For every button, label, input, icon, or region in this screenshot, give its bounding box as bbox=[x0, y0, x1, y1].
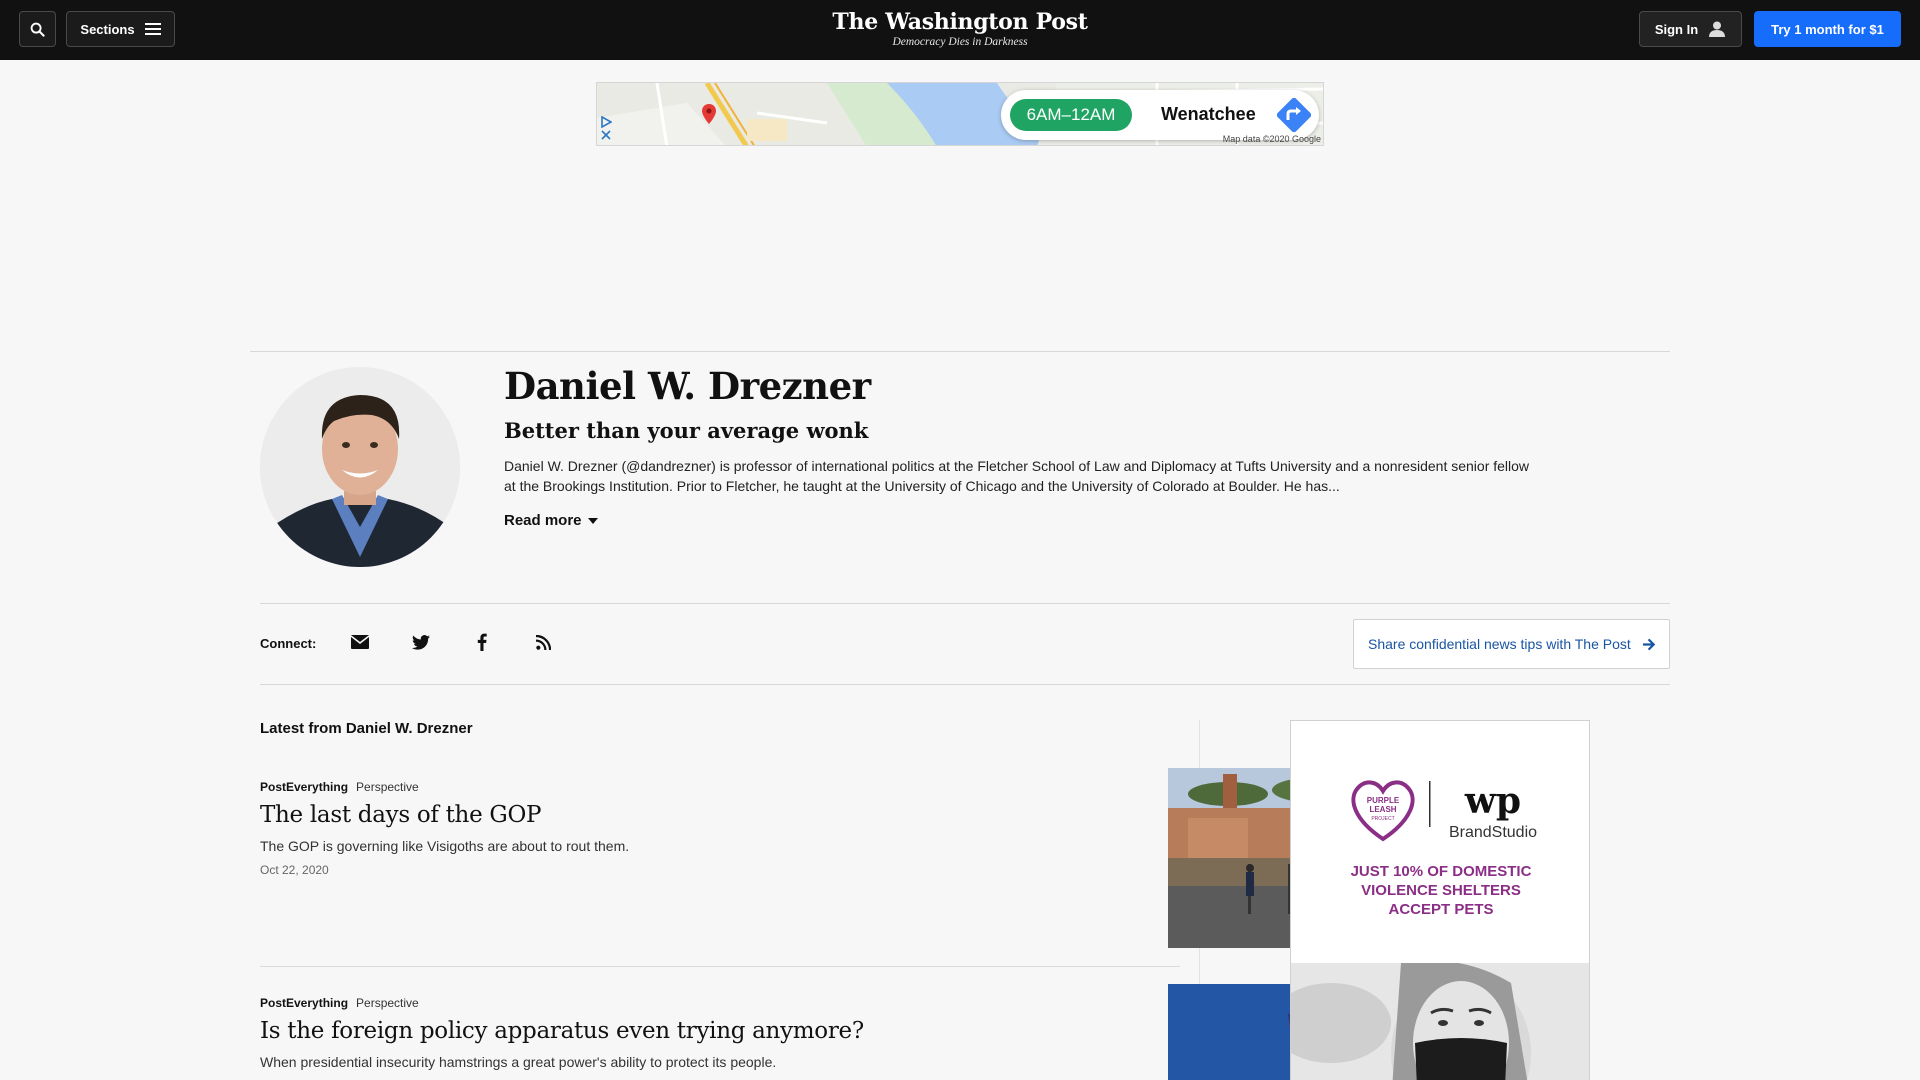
user-icon bbox=[1709, 21, 1726, 37]
arrow-right-icon bbox=[1642, 638, 1656, 650]
divider bbox=[260, 966, 1180, 967]
svg-text:LEASH: LEASH bbox=[1369, 805, 1396, 814]
email-icon bbox=[351, 635, 369, 649]
sections-label: Sections bbox=[80, 21, 135, 37]
ad-logos: PURPLE LEASH PROJECT wp BrandStudio bbox=[1351, 780, 1537, 842]
story-card[interactable]: PostEverything Perspective The last days… bbox=[260, 768, 1439, 948]
store-hours-pill[interactable]: 6AM–12AM Wenatchee bbox=[1001, 90, 1319, 140]
brand-name: The Washington Post bbox=[832, 9, 1088, 35]
store-hours: 6AM–12AM bbox=[1010, 99, 1132, 131]
news-tips-button[interactable]: Share confidential news tips with The Po… bbox=[1353, 619, 1670, 669]
email-link[interactable] bbox=[349, 631, 371, 653]
story-blurb: When presidential insecurity hamstrings … bbox=[260, 1054, 777, 1070]
feed-heading: Latest from Daniel W. Drezner bbox=[260, 720, 473, 737]
facebook-link[interactable] bbox=[471, 631, 493, 653]
map-credit: Map data ©2020 Google bbox=[1222, 134, 1321, 144]
story-title[interactable]: Is the foreign policy apparatus even try… bbox=[260, 1018, 1180, 1044]
story-date: Oct 22, 2020 bbox=[260, 863, 329, 877]
map-pin-icon bbox=[702, 104, 716, 124]
twitter-icon bbox=[412, 634, 430, 650]
ad-choices[interactable] bbox=[599, 116, 613, 145]
divider bbox=[260, 603, 1670, 604]
ad-headline-line: ACCEPT PETS bbox=[1388, 901, 1494, 918]
connect-label: Connect: bbox=[260, 636, 317, 651]
ad-photo bbox=[1291, 963, 1589, 1080]
ad-headline: JUST 10% OF DOMESTIC VIOLENCE SHELTERS A… bbox=[1291, 862, 1589, 919]
divider bbox=[260, 684, 1670, 685]
story-blurb: The GOP is governing like Visigoths are … bbox=[260, 838, 630, 854]
story-section[interactable]: PostEverything bbox=[260, 996, 348, 1010]
svg-text:PROJECT: PROJECT bbox=[1371, 816, 1394, 822]
facebook-icon bbox=[477, 633, 487, 651]
story-label: Perspective bbox=[356, 996, 419, 1010]
directions-icon[interactable] bbox=[1277, 98, 1311, 132]
brand-logo[interactable]: The Washington Post Democracy Dies in Da… bbox=[760, 9, 1160, 49]
close-icon[interactable] bbox=[601, 130, 611, 140]
divider bbox=[250, 351, 1670, 352]
hamburger-icon bbox=[144, 23, 161, 35]
svg-text:BrandStudio: BrandStudio bbox=[1449, 824, 1537, 841]
sections-button[interactable]: Sections bbox=[66, 11, 175, 47]
story-section[interactable]: PostEverything bbox=[260, 780, 348, 794]
search-icon bbox=[30, 22, 45, 37]
top-nav-bar: Sections The Washington Post Democracy D… bbox=[0, 0, 1920, 60]
svg-text:wp: wp bbox=[1464, 780, 1521, 822]
author-tagline: Better than your average wonk bbox=[504, 418, 869, 443]
ad-headline-line: VIOLENCE SHELTERS bbox=[1361, 882, 1521, 899]
read-more-label: Read more bbox=[504, 512, 582, 529]
sign-in-button[interactable]: Sign In bbox=[1639, 11, 1742, 47]
story-card[interactable]: PostEverything Perspective Is the foreig… bbox=[260, 984, 1439, 1080]
author-avatar bbox=[260, 367, 460, 567]
svg-text:PURPLE: PURPLE bbox=[1367, 796, 1400, 805]
twitter-link[interactable] bbox=[410, 631, 432, 653]
story-kicker: PostEverything Perspective bbox=[260, 996, 1180, 1010]
sign-in-label: Sign In bbox=[1654, 21, 1699, 37]
author-bio: Daniel W. Drezner (@dandrezner) is profe… bbox=[504, 458, 1530, 494]
story-kicker: PostEverything Perspective bbox=[260, 780, 1180, 794]
story-title[interactable]: The last days of the GOP bbox=[260, 802, 1180, 828]
caret-down-icon bbox=[587, 517, 598, 524]
news-tips-label: Share confidential news tips with The Po… bbox=[1368, 636, 1631, 652]
story-label: Perspective bbox=[356, 780, 419, 794]
store-city: Wenatchee bbox=[1161, 104, 1256, 124]
brand-tagline: Democracy Dies in Darkness bbox=[892, 36, 1028, 48]
subscribe-button[interactable]: Try 1 month for $1 bbox=[1754, 11, 1901, 47]
author-name: Daniel W. Drezner bbox=[504, 364, 871, 408]
top-map-ad[interactable]: 6AM–12AM Wenatchee Map data ©2020 Google bbox=[596, 82, 1324, 146]
rss-icon bbox=[535, 634, 551, 650]
read-more-button[interactable]: Read more bbox=[504, 512, 598, 529]
sidebar-ad[interactable]: PURPLE LEASH PROJECT wp BrandStudio JUST… bbox=[1290, 720, 1590, 1080]
adchoices-icon bbox=[600, 116, 612, 128]
rss-link[interactable] bbox=[532, 631, 554, 653]
search-button[interactable] bbox=[19, 11, 56, 47]
ad-headline-line: JUST 10% OF DOMESTIC bbox=[1350, 863, 1532, 880]
